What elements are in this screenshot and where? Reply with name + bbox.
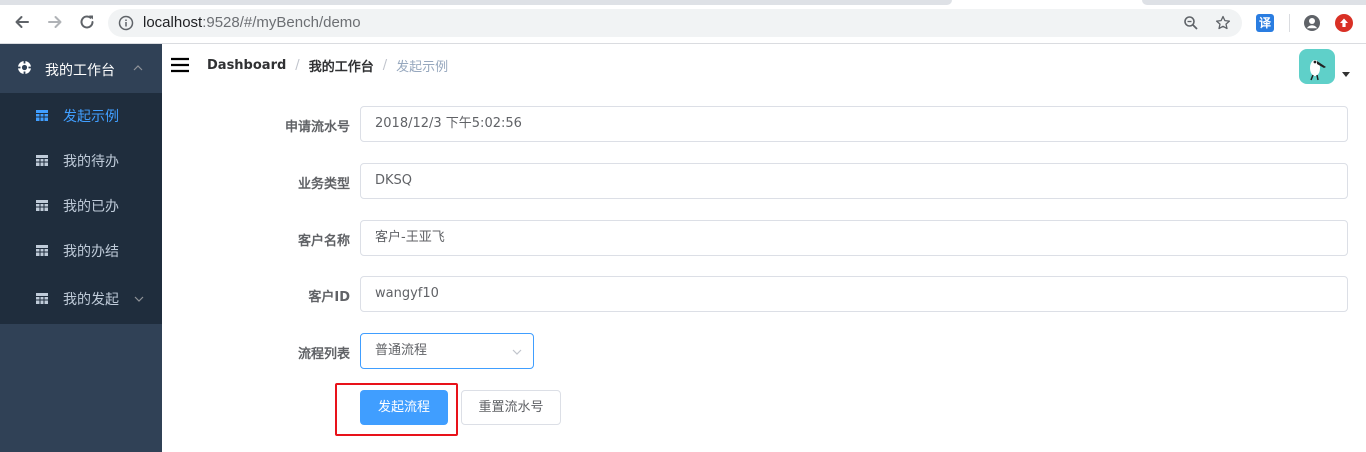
- update-icon[interactable]: [1335, 14, 1353, 32]
- reset-serial-button[interactable]: 重置流水号: [461, 390, 561, 425]
- sidebar-item-initiated[interactable]: 我的发起: [0, 273, 162, 324]
- sidebar-item-todo[interactable]: 我的待办: [0, 138, 162, 183]
- process-list-select[interactable]: 普通流程: [360, 333, 534, 369]
- serial-label: 申请流水号: [284, 120, 350, 135]
- form-row-business-type: 业务类型 DKSQ: [162, 163, 1366, 199]
- form-row-process-list: 流程列表 普通流程: [162, 333, 1366, 369]
- url-text[interactable]: localhost:9528/#/myBench/demo: [143, 14, 361, 31]
- process-list-value: 普通流程: [375, 343, 428, 358]
- back-arrow-icon[interactable]: [10, 10, 34, 34]
- forward-arrow-icon[interactable]: [43, 10, 67, 34]
- tab-strip: [1142, 0, 1366, 5]
- sidebar: 我的工作台 发起示例 我的待办 我的已办 我的办结 我的发起: [0, 44, 162, 452]
- reload-icon[interactable]: [75, 10, 99, 34]
- form-row-serial: 申请流水号 2018/12/3 下午5:02:56: [162, 106, 1366, 142]
- zoom-icon[interactable]: [1183, 15, 1199, 31]
- caret-down-icon[interactable]: [1342, 72, 1350, 77]
- business-type-input[interactable]: DKSQ: [360, 163, 1348, 199]
- table-icon: [36, 293, 48, 304]
- workbench-icon: [17, 60, 32, 75]
- breadcrumb-separator: /: [295, 58, 300, 73]
- avatar[interactable]: [1299, 49, 1335, 84]
- table-icon: [36, 110, 48, 121]
- sidebar-item-label: 发起示例: [63, 109, 119, 125]
- customer-id-label: 客户ID: [308, 290, 350, 305]
- serial-input[interactable]: 2018/12/3 下午5:02:56: [360, 106, 1348, 142]
- navbar: Dashboard / 我的工作台 / 发起示例: [162, 44, 1366, 88]
- bookmark-star-icon[interactable]: [1215, 15, 1231, 31]
- tab-strip: [0, 0, 952, 5]
- business-type-label: 业务类型: [297, 177, 350, 192]
- table-icon: [36, 200, 48, 211]
- customer-id-input[interactable]: wangyf10: [360, 276, 1348, 312]
- customer-name-input[interactable]: 客户-王亚飞: [360, 220, 1348, 256]
- form-row-customer-id: 客户ID wangyf10: [162, 276, 1366, 312]
- address-bar[interactable]: localhost:9528/#/myBench/demo: [108, 9, 1242, 37]
- process-list-label: 流程列表: [297, 347, 350, 362]
- chevron-down-icon: [134, 296, 144, 302]
- start-process-button[interactable]: 发起流程: [360, 390, 448, 425]
- sidebar-item-label: 我的已办: [63, 199, 119, 215]
- sidebar-item-label: 我的待办: [63, 154, 119, 170]
- breadcrumb: Dashboard / 我的工作台 / 发起示例: [207, 56, 448, 75]
- info-icon[interactable]: [118, 15, 134, 31]
- sidebar-item-closed[interactable]: 我的办结: [0, 228, 162, 273]
- breadcrumb-dashboard[interactable]: Dashboard: [207, 58, 286, 73]
- customer-name-label: 客户名称: [297, 234, 350, 249]
- hamburger-icon[interactable]: [171, 56, 189, 74]
- browser-toolbar: localhost:9528/#/myBench/demo 译: [0, 0, 1366, 44]
- sidebar-group-label: 我的工作台: [45, 63, 115, 79]
- sidebar-item-demo[interactable]: 发起示例: [0, 93, 162, 138]
- translate-extension-icon[interactable]: 译: [1256, 14, 1274, 32]
- sidebar-item-label: 我的办结: [63, 244, 119, 260]
- breadcrumb-current: 发起示例: [396, 60, 449, 75]
- chevron-up-icon: [133, 65, 143, 71]
- sidebar-submenu: 发起示例 我的待办 我的已办 我的办结 我的发起: [0, 93, 162, 324]
- breadcrumb-workbench[interactable]: 我的工作台: [309, 56, 374, 75]
- toolbar-divider: [1289, 14, 1290, 32]
- profile-icon[interactable]: [1303, 14, 1321, 32]
- table-icon: [36, 155, 48, 166]
- chevron-down-icon: [512, 349, 522, 355]
- sidebar-item-label: 我的发起: [63, 292, 119, 308]
- table-icon: [36, 245, 48, 256]
- sidebar-group-workbench[interactable]: 我的工作台: [0, 44, 162, 93]
- sidebar-item-done[interactable]: 我的已办: [0, 183, 162, 228]
- form-row-customer-name: 客户名称 客户-王亚飞: [162, 220, 1366, 256]
- breadcrumb-separator: /: [382, 58, 388, 73]
